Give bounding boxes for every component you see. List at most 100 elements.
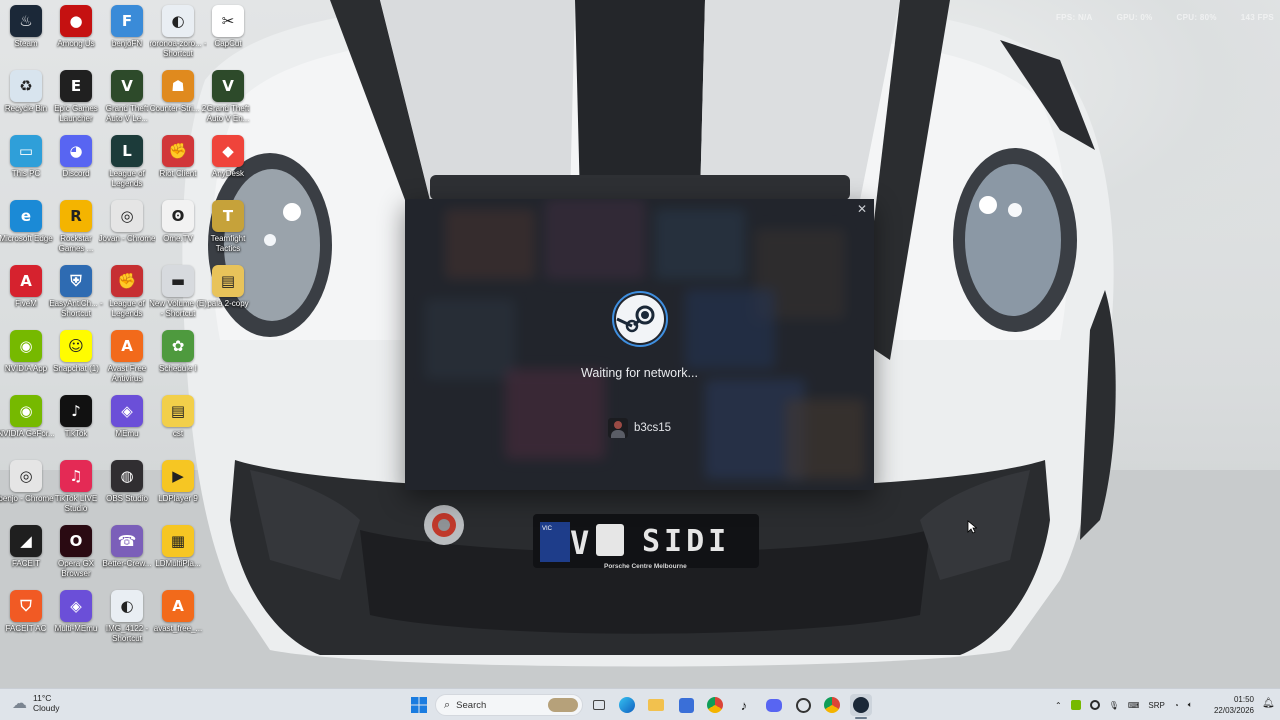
- language-indicator[interactable]: SRP: [1148, 701, 1164, 710]
- desktop-shortcut[interactable]: e Microsoft Edge: [0, 200, 53, 244]
- wifi-icon[interactable]: ◔: [1174, 701, 1179, 710]
- notification-bell-icon[interactable]: 🔔︎: [1262, 698, 1275, 709]
- volume-icon[interactable]: 🔈︎: [1188, 700, 1193, 710]
- desktop-shortcut[interactable]: ▦ LDMultiPla...: [153, 525, 203, 569]
- taskbar-obs[interactable]: [792, 694, 814, 716]
- folder-icon: ▤: [212, 265, 244, 297]
- desktop-shortcut[interactable]: ◢ FACEIT: [1, 525, 51, 569]
- desktop-shortcut[interactable]: ◈ MEmu: [102, 395, 152, 439]
- desktop-shortcut[interactable]: ▤ pala 2-copy: [203, 265, 253, 309]
- image-shortcut-icon: ◐: [162, 5, 194, 37]
- desktop-shortcut-label: cst: [172, 429, 184, 438]
- taskbar-chrome[interactable]: [704, 694, 726, 716]
- dialog-close-button[interactable]: ✕: [854, 201, 870, 217]
- keyboard-icon[interactable]: ⌨: [1128, 701, 1140, 710]
- overlay-fps: FPS: N/A: [1056, 13, 1093, 22]
- desktop-shortcut-label: CapCut: [214, 39, 242, 48]
- cloud-icon: ☁: [12, 695, 27, 712]
- desktop-shortcut[interactable]: ◈ Multi-MEmu: [51, 590, 101, 634]
- taskbar-clock[interactable]: 01:50 22/03/2026: [1204, 694, 1254, 716]
- desktop-shortcut[interactable]: ◉ NVIDIA App: [1, 330, 51, 374]
- desktop-shortcut[interactable]: V Grand Theft Auto V En...: [203, 70, 253, 124]
- desktop-shortcut[interactable]: ◎ Jovan - Chrome: [99, 200, 155, 244]
- taskbar-tiktok[interactable]: ♪: [733, 694, 755, 716]
- discord-icon: ◕: [60, 135, 92, 167]
- desktop-shortcut[interactable]: V Grand Theft Auto V Le...: [102, 70, 152, 124]
- taskbar-file-explorer[interactable]: [645, 694, 667, 716]
- taskbar-edge[interactable]: [616, 694, 638, 716]
- image-shortcut-icon: ◐: [111, 590, 143, 622]
- desktop-shortcut[interactable]: ▤ cst: [153, 395, 203, 439]
- desktop-shortcut[interactable]: ◐ IMG_4122 - Shortcut: [102, 590, 152, 644]
- desktop-shortcut[interactable]: ◆ AnyDesk: [203, 135, 253, 179]
- plate-state: VIC: [542, 526, 553, 532]
- steam-icon: [853, 697, 869, 713]
- desktop-shortcut-label: Grand Theft Auto V Le...: [105, 104, 149, 123]
- desktop-shortcut[interactable]: ♫ TikTok LIVE Studio: [51, 460, 101, 514]
- taskbar-discord[interactable]: [763, 694, 785, 716]
- weather-description: Cloudy: [33, 703, 60, 713]
- desktop-shortcut-label: Jovan - Chrome: [98, 234, 156, 243]
- memu-icon: ◈: [111, 395, 143, 427]
- desktop-shortcut-label: benjoFN: [111, 39, 143, 48]
- desktop-shortcut[interactable]: ▭ This PC: [1, 135, 51, 179]
- weather-widget[interactable]: ☁ 11°C Cloudy: [12, 693, 59, 713]
- desktop-shortcut[interactable]: ☺ Snapchat (1): [51, 330, 101, 374]
- desktop-shortcut[interactable]: ♨ Steam: [1, 5, 51, 49]
- desktop-shortcut[interactable]: L League of Legends: [102, 135, 152, 189]
- security-tray-icon[interactable]: [1089, 700, 1100, 710]
- taskbar-chrome-2[interactable]: [821, 694, 843, 716]
- desktop-shortcut[interactable]: ● Among Us: [51, 5, 101, 49]
- task-view-button[interactable]: [588, 694, 610, 716]
- desktop-shortcut-label: Avast Free Antivirus: [107, 364, 147, 383]
- desktop-shortcut[interactable]: ♪ TikTok: [51, 395, 101, 439]
- gta-v-icon: V: [111, 70, 143, 102]
- steam-logo-icon: [612, 291, 668, 347]
- nvidia-tray-icon[interactable]: [1070, 700, 1081, 710]
- desktop-shortcut[interactable]: ▬ New Volume (E) - Shortcut: [149, 265, 207, 319]
- desktop-shortcut-label: Better-Crew...: [102, 559, 152, 568]
- desktop-shortcut[interactable]: ♻ Recycle Bin: [1, 70, 51, 114]
- desktop-shortcut[interactable]: ◍ OBS Studio: [102, 460, 152, 504]
- plate-letter: V: [570, 524, 590, 562]
- desktop-shortcut[interactable]: ▶ LDPlayer 9: [153, 460, 203, 504]
- desktop-shortcut[interactable]: T Teamfight Tactics: [203, 200, 253, 254]
- desktop-shortcut[interactable]: ✂ CapCut: [203, 5, 253, 49]
- desktop-shortcut[interactable]: E Epic Games Launcher: [51, 70, 101, 124]
- desktop-shortcut[interactable]: ʘ Ome.TV: [153, 200, 203, 244]
- avast-installer-icon: A: [162, 590, 194, 622]
- desktop-shortcut[interactable]: ✊ League of Legends: [102, 265, 152, 319]
- folder-icon: ▤: [162, 395, 194, 427]
- desktop-shortcut[interactable]: Aavast_free_...: [153, 590, 203, 634]
- start-button[interactable]: [408, 694, 430, 716]
- search-icon: ⌕: [444, 698, 451, 711]
- desktop-shortcut[interactable]: ☗ Counter-Stri... 2: [150, 70, 206, 114]
- geforce-icon: ◉: [10, 395, 42, 427]
- desktop-shortcut[interactable]: R Rockstar Games ...: [51, 200, 101, 254]
- desktop-shortcut[interactable]: FbenjoFN: [102, 5, 152, 49]
- desktop-shortcut[interactable]: ⛉ FACEIT AC: [1, 590, 51, 634]
- desktop-shortcut[interactable]: ◐ roronoa-zoro... - Shortcut: [149, 5, 207, 59]
- desktop-shortcut[interactable]: O Opera GX Browser: [51, 525, 101, 579]
- desktop-shortcut[interactable]: ◉ NVIDIA GeFor...: [0, 395, 55, 439]
- taskbar-steam[interactable]: [850, 694, 872, 716]
- desktop-shortcut[interactable]: ◎ benjo - Chrome: [0, 460, 54, 504]
- desktop-shortcut[interactable]: A Avast Free Antivirus: [102, 330, 152, 384]
- ldplayer-icon: ▶: [162, 460, 194, 492]
- desktop-shortcut[interactable]: ☎ Better-Crew...: [102, 525, 152, 569]
- tray-overflow-chevron-icon[interactable]: ⌃: [1055, 701, 1062, 710]
- taskbar-store[interactable]: [675, 694, 697, 716]
- file-explorer-icon: [648, 699, 664, 711]
- microphone-icon[interactable]: 🎙︎: [1109, 701, 1119, 710]
- desktop-shortcut[interactable]: ◕ Discord: [51, 135, 101, 179]
- desktop-shortcut[interactable]: ⛨ EasyAntiCh... - Shortcut: [49, 265, 103, 319]
- store-icon: [678, 697, 694, 713]
- steam-status-text: Waiting for network...: [581, 366, 698, 380]
- desktop-shortcut[interactable]: ✿ Schedule I: [153, 330, 203, 374]
- desktop-shortcut[interactable]: A FiveM: [1, 265, 51, 309]
- desktop-shortcut[interactable]: ✊ Riot Client: [153, 135, 203, 179]
- taskbar-search-box[interactable]: ⌕ Search: [435, 694, 583, 716]
- clock-date: 22/03/2026: [1213, 706, 1254, 715]
- desktop-shortcut-label: LDMultiPla...: [155, 559, 201, 568]
- chrome-icon: [707, 697, 723, 713]
